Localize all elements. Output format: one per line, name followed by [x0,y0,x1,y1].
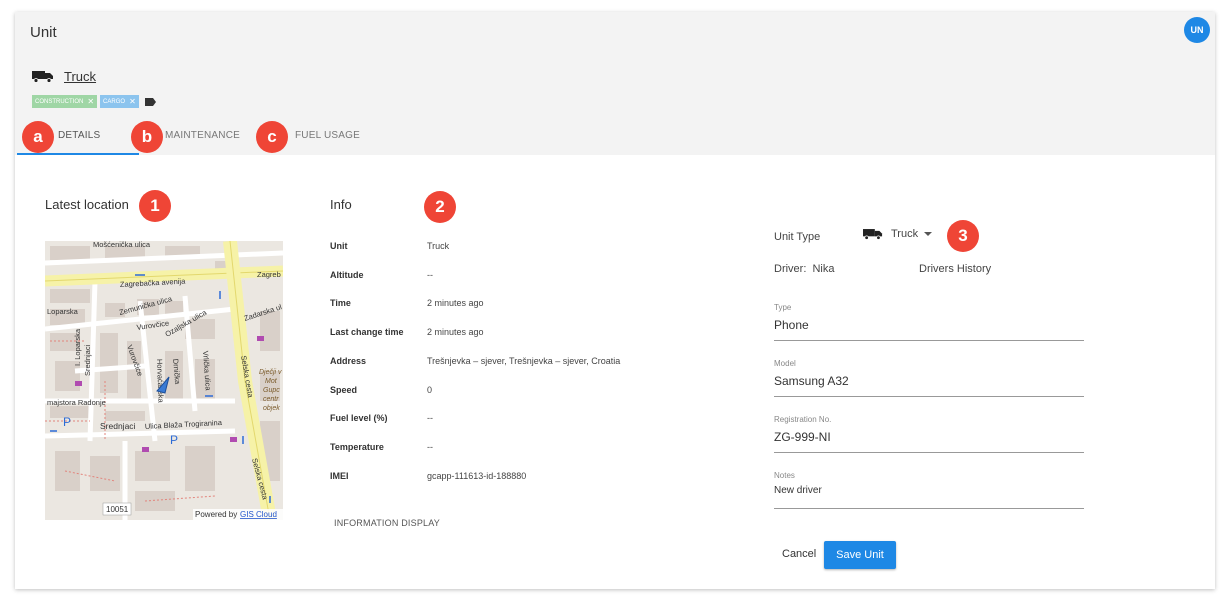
info-value: 2 minutes ago [427,298,484,308]
annotation-badge-c: c [256,121,288,153]
avatar[interactable]: UN [1184,17,1210,43]
driver-name: Nika [812,263,835,275]
field-value: Phone [774,318,809,332]
svg-text:Horvaćanska: Horvaćanska [155,359,166,404]
unit-type-value: Truck [891,228,919,240]
info-title: Info [330,197,352,212]
tag-label: CARGO [103,98,126,105]
annotation-badge-b: b [131,121,163,153]
driver-info: Driver: Nika [774,263,834,275]
tab-fuel-usage[interactable]: FUEL USAGE [295,130,360,141]
field-value: New driver [774,485,822,496]
street-label: Mošćenička ulica [93,241,151,249]
tag-list: CONSTRUCTION ✕ CARGO ✕ [32,95,156,108]
info-label: Altitude [330,270,364,280]
info-label: Fuel level (%) [330,413,388,423]
info-label: Temperature [330,442,384,452]
annotation-badge-2: 2 [424,191,456,223]
active-tab-indicator [17,153,139,155]
svg-text:objek: objek [263,405,280,412]
chevron-down-icon [924,232,933,236]
svg-text:Srednjaci: Srednjaci [83,344,92,376]
svg-text:Gupc: Gupc [263,387,280,394]
info-label: IMEI [330,471,349,481]
field-label: Notes [774,471,795,480]
unit-card: Unit UN Truck CONSTRUCTION ✕ CARGO ✕ a D… [15,12,1215,589]
svg-text:Srednjaci: Srednjaci [100,421,136,431]
unit-header: Unit UN Truck CONSTRUCTION ✕ CARGO ✕ a D… [15,12,1215,155]
svg-text:P: P [170,433,178,447]
truck-icon [32,70,53,83]
driver-label: Driver: [774,263,807,275]
unit-name-row: Truck [32,69,96,84]
svg-text:GIS Cloud: GIS Cloud [240,510,277,519]
unit-type-select[interactable]: Truck [863,228,933,240]
svg-text:P: P [63,415,71,429]
annotation-badge-3: 3 [947,220,979,252]
page-title: Unit [30,24,57,41]
tag-label: CONSTRUCTION [35,98,84,105]
info-value: 2 minutes ago [427,327,484,337]
latest-location-title: Latest location [45,197,129,212]
truck-icon [863,228,883,240]
info-value: gcapp-111613-id-188880 [427,471,527,481]
svg-text:Loparska: Loparska [47,307,79,316]
registration-field[interactable]: Registration No. ZG-999-NI [774,415,1084,453]
svg-text:Powered by: Powered by [195,510,237,519]
save-unit-button[interactable]: Save Unit [824,541,896,569]
info-value: -- [427,270,433,280]
svg-text:10051: 10051 [106,505,129,514]
svg-text:Dječji v: Dječji v [259,369,282,376]
field-label: Type [774,303,792,312]
annotation-badge-a: a [22,121,54,153]
tab-maintenance[interactable]: MAINTENANCE [165,130,240,141]
close-icon[interactable]: ✕ [129,97,136,106]
annotation-badge-1: 1 [139,190,171,222]
field-value: ZG-999-NI [774,430,831,444]
unit-type-label: Unit Type [774,231,821,243]
tag-construction: CONSTRUCTION ✕ [32,95,98,108]
cancel-button[interactable]: Cancel [782,548,816,560]
svg-text:majstora Radonje: majstora Radonje [47,398,106,407]
svg-text:I. Loparska: I. Loparska [73,328,82,366]
info-label: Address [330,356,367,366]
svg-text:Zagreb: Zagreb [257,270,281,279]
info-value: -- [427,442,433,452]
info-label: Last change time [330,327,404,337]
tag-cargo: CARGO ✕ [100,95,139,108]
info-value: -- [427,413,433,423]
info-value: 0 [427,385,433,395]
field-label: Registration No. [774,415,832,424]
info-label: Speed [330,385,358,395]
model-field[interactable]: Model Samsung A32 [774,359,1084,397]
unit-name-link[interactable]: Truck [64,69,96,84]
information-display-link[interactable]: INFORMATION DISPLAY [334,518,440,528]
info-label: Time [330,298,351,308]
svg-text:Mot: Mot [265,378,278,385]
svg-text:centr: centr [263,396,279,403]
type-field[interactable]: Type Phone [774,303,1084,341]
notes-field[interactable]: Notes New driver [774,471,1084,509]
info-label: Unit [330,241,348,251]
field-label: Model [774,359,796,368]
info-value: Trešnjevka – sjever, Trešnjevka – sjever… [427,356,621,366]
tab-details[interactable]: DETAILS [58,130,100,141]
field-value: Samsung A32 [774,374,849,388]
drivers-history-link[interactable]: Drivers History [919,263,991,275]
location-map[interactable]: Mošćenička ulica Zagrebačka avenija Zagr… [45,241,283,520]
info-value: Truck [427,241,450,251]
tag-icon[interactable] [144,97,156,106]
close-icon[interactable]: ✕ [87,97,94,106]
